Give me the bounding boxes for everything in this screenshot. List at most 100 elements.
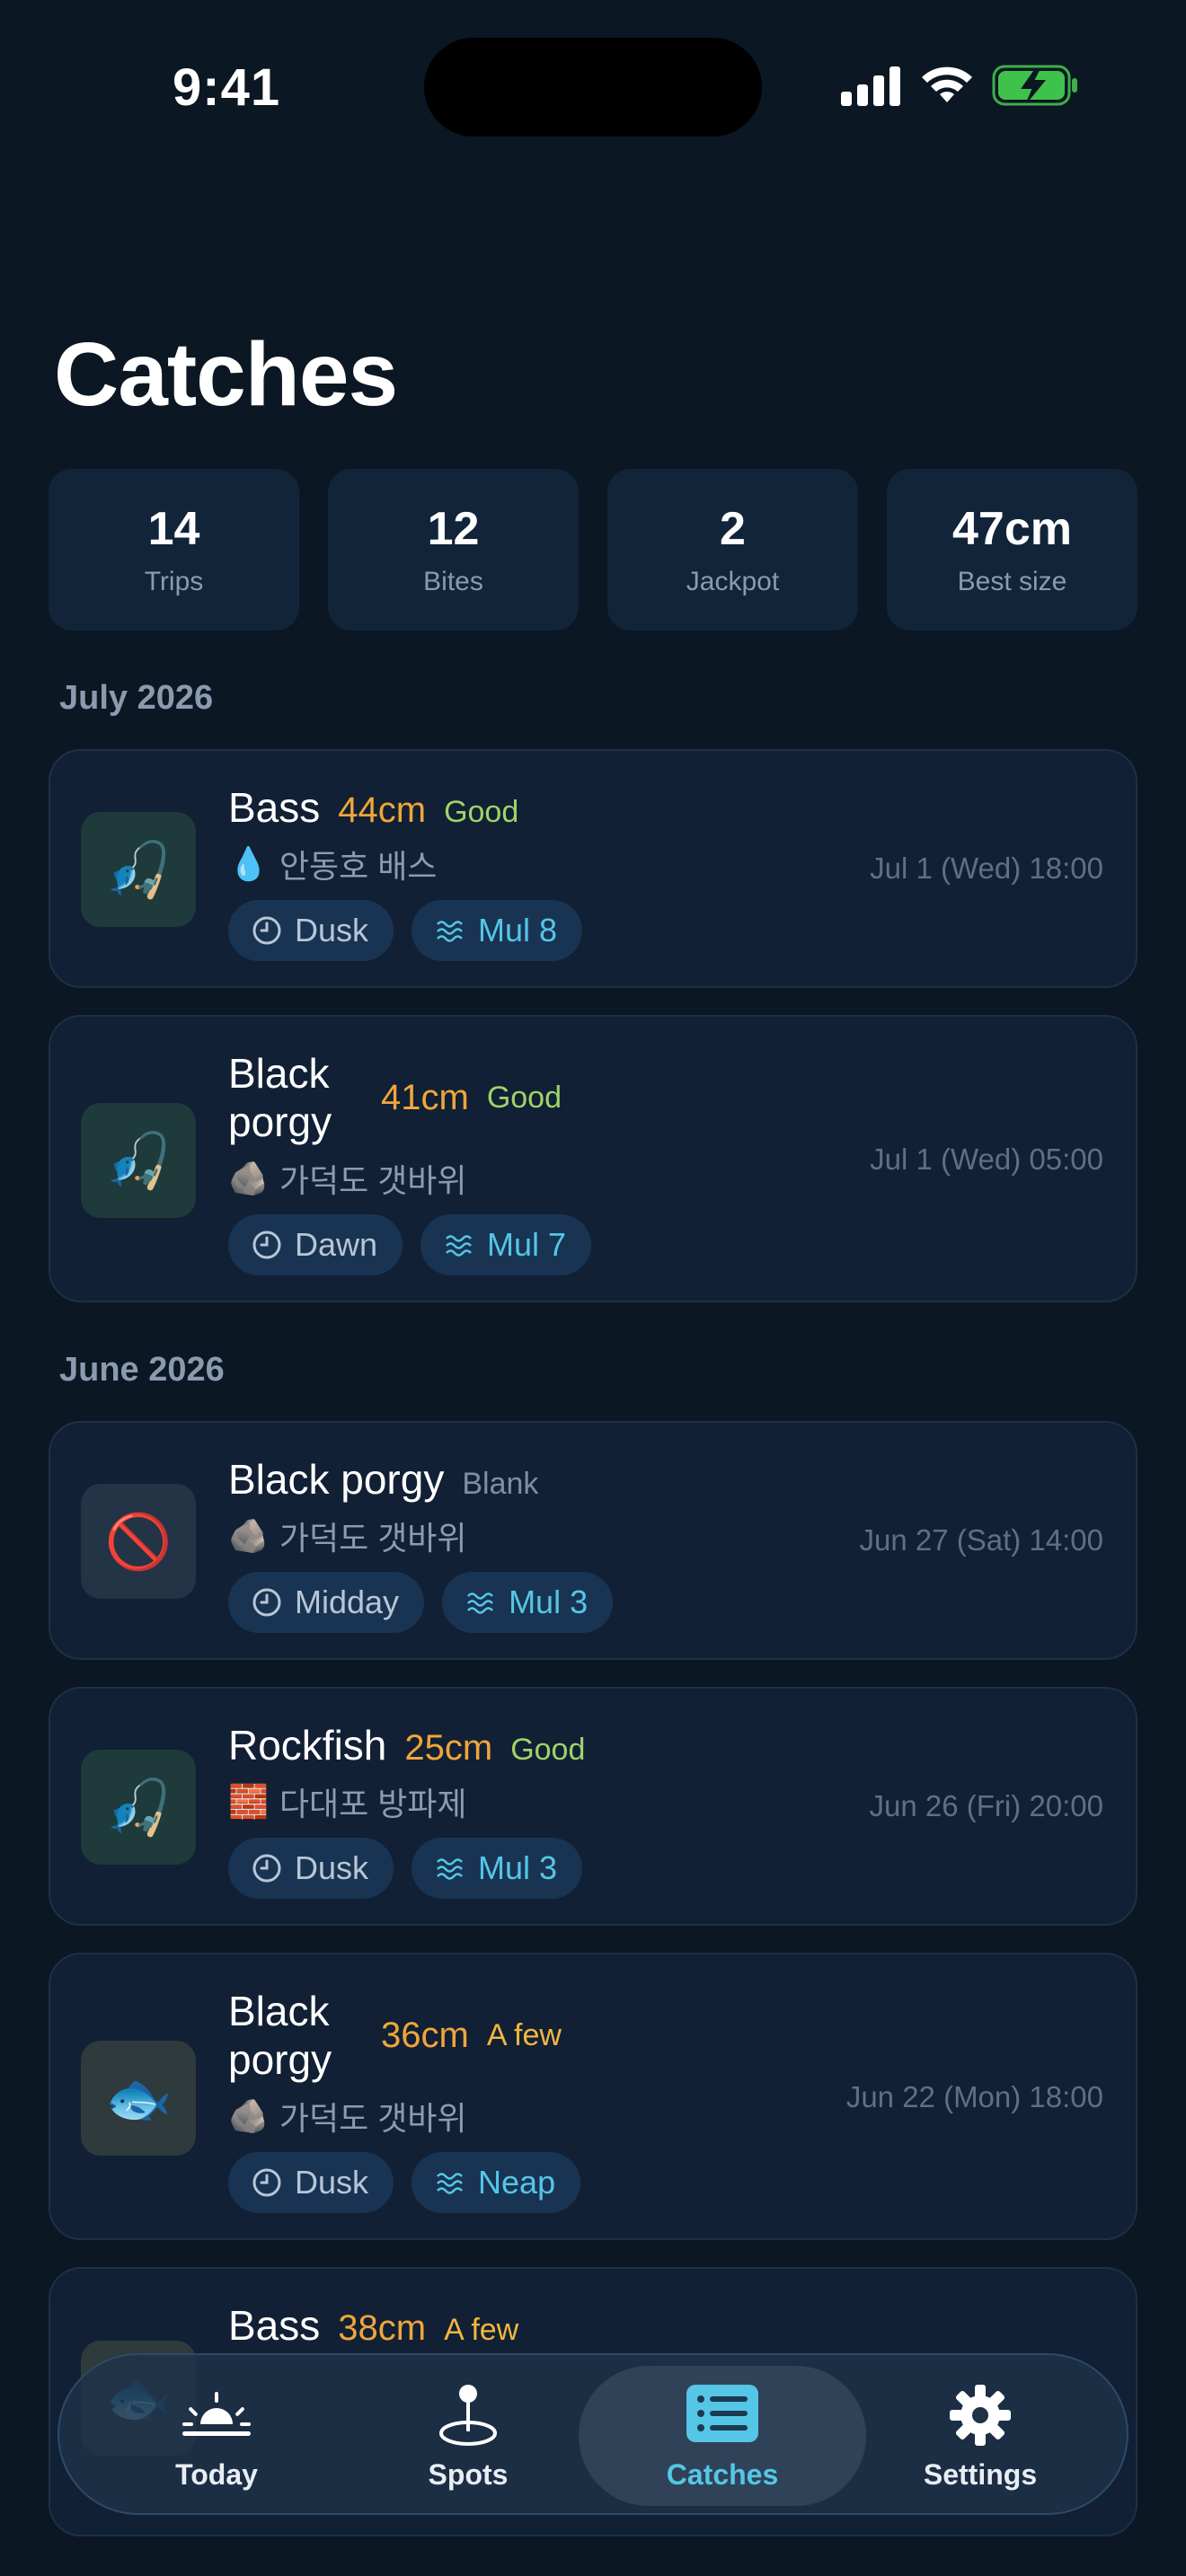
clock-icon [252, 2168, 281, 2197]
catch-rating: A few [486, 2017, 562, 2052]
catch-size: 41cm [381, 1077, 469, 1117]
clock-icon [252, 916, 281, 945]
stat-value: 14 [147, 503, 200, 555]
tab-settings[interactable]: Settings [877, 2355, 1084, 2517]
water-drop-icon: 💧 [228, 845, 269, 882]
waves-icon [467, 1592, 493, 1614]
stat-label: Jackpot [686, 567, 780, 596]
time-of-day-chip: Dusk [228, 900, 394, 961]
rock-icon: 🪨 [228, 1517, 269, 1554]
catch-location: 💧 안동호 배스 [228, 841, 582, 887]
fishing-rod-icon: 🎣 [81, 1750, 196, 1865]
tide-label: Mul 8 [478, 912, 558, 948]
wifi-icon [922, 66, 972, 102]
time-of-day-chip: Midday [228, 1572, 425, 1633]
time-of-day-label: Dawn [295, 1226, 378, 1263]
waves-icon [446, 1235, 472, 1257]
clock-icon [252, 1588, 281, 1617]
clock-icon [252, 1854, 281, 1883]
tide-chip: Mul 7 [420, 1214, 592, 1275]
catch-rating: A few [444, 2313, 519, 2347]
catch-species: Black porgy [228, 1988, 332, 2083]
catch-datetime: Jun 22 (Mon) 18:00 [845, 2080, 1103, 2113]
stat-value: 47cm [952, 503, 1072, 555]
rock-icon: 🪨 [228, 1160, 269, 1196]
stat-value: 2 [720, 503, 746, 555]
tide-chip: Neap [412, 2152, 581, 2213]
catch-location: 🪨 가덕도 갯바위 [228, 1513, 613, 1559]
catch-datetime: Jul 1 (Wed) 05:00 [870, 1142, 1103, 1176]
catch-size: 36cm [381, 2015, 469, 2055]
catch-species: Rockfish [228, 1722, 387, 1769]
tide-chip: Mul 8 [412, 900, 583, 961]
time-of-day-label: Dusk [295, 2164, 369, 2201]
catch-card[interactable]: 🎣 Rockfish 25cm Good 🧱 다대포 방파제 Dusk Mul … [49, 1687, 1137, 1926]
catch-species: Black porgy [228, 1050, 332, 1145]
tide-chip: Mul 3 [442, 1572, 614, 1633]
cellular-signal-icon [841, 66, 900, 106]
tide-label: Mul 7 [487, 1226, 567, 1263]
tab-label: Catches [666, 2457, 779, 2491]
clock-icon [252, 1231, 281, 1259]
time-of-day-label: Dusk [295, 1849, 369, 1886]
catch-card[interactable]: 🎣 Bass 44cm Good 💧 안동호 배스 Dusk Mul 8 Jul… [49, 749, 1137, 988]
list-icon [686, 2384, 758, 2442]
tab-catches[interactable]: Catches [579, 2366, 866, 2506]
catch-card[interactable]: 🚫 Black porgy Blank 🪨 가덕도 갯바위 Midday Mul… [49, 1421, 1137, 1660]
tab-label: Spots [428, 2457, 509, 2491]
tab-label: Today [175, 2457, 258, 2491]
section-header-month: June 2026 [59, 1351, 225, 1389]
catch-datetime: Jun 27 (Sat) 14:00 [859, 1523, 1103, 1557]
tab-today[interactable]: Today [113, 2355, 320, 2517]
dynamic-island [424, 38, 762, 137]
catch-card[interactable]: 🎣 Black porgy 41cm Good 🪨 가덕도 갯바위 Dawn M… [49, 1015, 1137, 1302]
time-of-day-label: Midday [295, 1584, 400, 1620]
catch-datetime: Jun 26 (Fri) 20:00 [869, 1789, 1103, 1822]
brick-icon: 🧱 [228, 1783, 269, 1820]
catch-species: Black porgy [228, 1456, 445, 1503]
section-header-month: July 2026 [59, 679, 214, 717]
catch-size: 38cm [338, 2308, 427, 2348]
gear-icon [950, 2384, 1011, 2446]
catch-species: Bass [228, 784, 321, 831]
time-of-day-label: Dusk [295, 912, 369, 948]
status-time: 9:41 [173, 58, 281, 117]
waves-icon [437, 1858, 463, 1880]
catch-rating: Good [510, 1733, 586, 1767]
catch-rating: Blank [462, 1467, 539, 1501]
catch-rating: Good [444, 795, 519, 829]
catch-species: Bass [228, 2302, 321, 2349]
stat-trips: 14 Trips [49, 469, 299, 631]
tab-bar: Today Spots Catches Settings [58, 2353, 1128, 2515]
stat-value: 12 [427, 503, 480, 555]
sunrise-icon [182, 2391, 251, 2436]
fishing-rod-icon: 🎣 [81, 1103, 196, 1218]
time-of-day-chip: Dusk [228, 1838, 394, 1899]
waves-icon [437, 2173, 463, 2194]
tab-label: Settings [923, 2457, 1038, 2491]
tide-label: Mul 3 [478, 1849, 558, 1886]
time-of-day-chip: Dusk [228, 2152, 394, 2213]
catch-size: 44cm [338, 790, 427, 830]
location-name: 가덕도 갯바위 [279, 1520, 467, 1557]
catch-size: 25cm [404, 1728, 493, 1768]
catch-card[interactable]: 🐟 Black porgy 36cm A few 🪨 가덕도 갯바위 Dusk … [49, 1953, 1137, 2240]
location-name: 다대포 방파제 [279, 1786, 467, 1822]
stats-summary: 14 Trips 12 Bites 2 Jackpot 47cm Best si… [49, 469, 1137, 631]
waves-icon [437, 921, 463, 942]
location-name: 가덕도 갯바위 [279, 2100, 467, 2137]
time-of-day-chip: Dawn [228, 1214, 403, 1275]
stat-label: Bites [423, 567, 483, 596]
tide-label: Neap [478, 2164, 556, 2201]
catch-location: 🧱 다대포 방파제 [228, 1778, 585, 1825]
stat-best-size: 47cm Best size [887, 469, 1137, 631]
battery-charging-icon [992, 65, 1077, 106]
map-pin-icon [439, 2384, 497, 2446]
tab-spots[interactable]: Spots [365, 2355, 571, 2517]
stat-label: Best size [957, 567, 1067, 596]
status-bar: 9:41 [0, 0, 1186, 171]
fishing-rod-icon: 🎣 [81, 812, 196, 927]
catch-location: 🪨 가덕도 갯바위 [228, 1155, 591, 1202]
catch-rating: Good [486, 1080, 562, 1115]
tide-label: Mul 3 [509, 1584, 589, 1620]
